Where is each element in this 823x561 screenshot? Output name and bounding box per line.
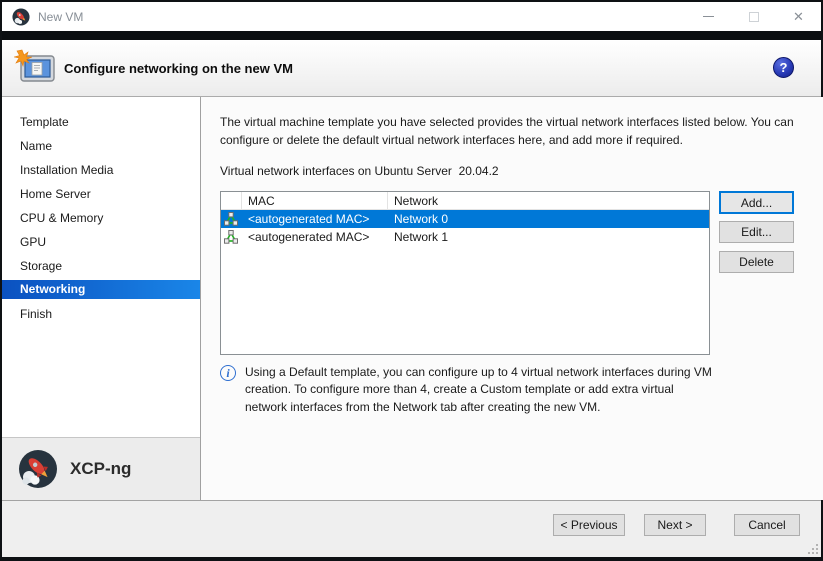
step-storage[interactable]: Storage [2,254,200,278]
help-icon: ? [780,60,788,75]
table-row[interactable]: <autogenerated MAC> Network 1 [221,228,709,246]
help-button[interactable]: ? [773,57,794,78]
wizard-step-title: Configure networking on the new VM [64,61,293,76]
info-icon: i [220,365,236,381]
table-label: Virtual network interfaces on Ubuntu Ser… [220,164,812,178]
network-icon [224,230,238,244]
step-networking[interactable]: Networking [2,280,200,299]
xcpng-rocket-icon [12,8,30,26]
wizard-header: Configure networking on the new VM ? [2,40,821,97]
edit-button[interactable]: Edit... [719,221,794,243]
step-name[interactable]: Name [2,134,200,158]
intro-text: The virtual machine template you have se… [220,113,812,149]
resize-grip[interactable] [808,544,818,554]
table-header-row: MAC Network [221,192,709,210]
cancel-button[interactable]: Cancel [734,514,800,536]
wizard-steps-sidebar: Template Name Installation Media Home Se… [2,97,201,500]
brand-area: XCP-ng [2,437,200,500]
row-network: Network 1 [388,228,709,246]
new-vm-icon [14,49,58,87]
title-bar: New VM ✕ [2,2,821,31]
add-button[interactable]: Add... [719,191,794,214]
brand-name: XCP-ng [70,459,131,479]
mac-column-header: MAC [242,192,388,209]
row-network: Network 0 [388,210,709,228]
new-vm-dialog: New VM ✕ Configure networking on the new… [0,0,823,561]
step-template[interactable]: Template [2,110,200,134]
minimize-icon [703,16,714,17]
network-icon [224,212,238,226]
info-text: Using a Default template, you can config… [245,364,713,416]
step-home-server[interactable]: Home Server [2,182,200,206]
maximize-button[interactable] [731,2,776,31]
wizard-page-content: The virtual machine template you have se… [201,97,823,500]
close-icon: ✕ [793,9,804,25]
close-button[interactable]: ✕ [776,2,821,31]
window-title: New VM [38,10,83,24]
table-row[interactable]: <autogenerated MAC> Network 0 [221,210,709,228]
step-gpu[interactable]: GPU [2,230,200,254]
next-button[interactable]: Next > [644,514,706,536]
step-installation-media[interactable]: Installation Media [2,158,200,182]
row-mac: <autogenerated MAC> [242,228,388,246]
wizard-steps-list: Template Name Installation Media Home Se… [2,97,200,437]
previous-button[interactable]: < Previous [553,514,625,536]
info-note: i Using a Default template, you can conf… [220,364,725,416]
wizard-footer: < Previous Next > Cancel [2,500,821,557]
icon-column-header [221,192,242,209]
step-cpu-memory[interactable]: CPU & Memory [2,206,200,230]
delete-button[interactable]: Delete [719,251,794,273]
network-interfaces-table[interactable]: MAC Network [220,191,710,355]
xcpng-logo [18,449,58,489]
window-controls: ✕ [686,2,821,31]
row-mac: <autogenerated MAC> [242,210,388,228]
maximize-icon [749,12,759,22]
titlebar-separator [2,31,821,40]
step-finish[interactable]: Finish [2,302,200,326]
minimize-button[interactable] [686,2,731,31]
network-column-header: Network [388,192,709,209]
